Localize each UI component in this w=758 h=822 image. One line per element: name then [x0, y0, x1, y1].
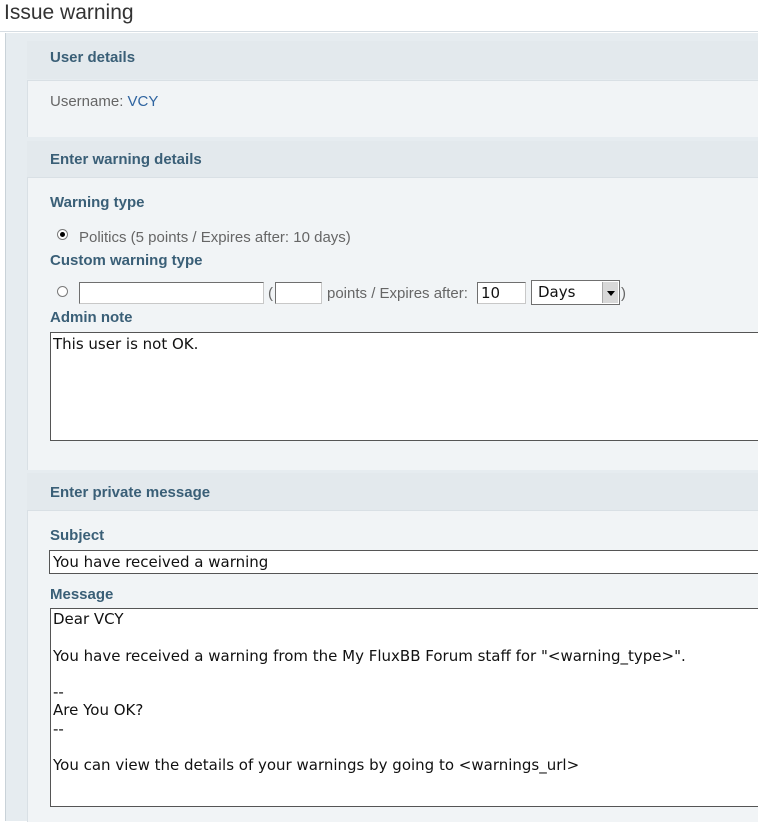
- admin-note-label: Admin note: [50, 309, 133, 326]
- subject-input[interactable]: You have received a warning: [49, 550, 758, 574]
- title-divider: [0, 31, 758, 32]
- subject-label: Subject: [50, 527, 105, 544]
- custom-warning-label: Custom warning type: [50, 252, 203, 269]
- custom-type-input[interactable]: [79, 282, 264, 304]
- expires-input[interactable]: 10: [477, 282, 526, 304]
- custom-warning-radio[interactable]: [57, 286, 68, 297]
- username-row: Username: VCY: [50, 93, 158, 110]
- points-expires-text: points / Expires after:: [327, 285, 468, 302]
- warning-details-heading: Enter warning details: [50, 151, 202, 168]
- username-link[interactable]: VCY: [128, 93, 159, 110]
- message-textarea[interactable]: Dear VCY You have received a warning fro…: [50, 608, 758, 807]
- expires-unit-select[interactable]: Days: [531, 280, 620, 305]
- preset-warning-text: Politics (5 points / Expires after: 10 d…: [79, 229, 351, 246]
- user-details-heading: User details: [50, 49, 136, 66]
- preset-warning-radio[interactable]: [57, 229, 68, 240]
- admin-note-textarea[interactable]: This user is not OK.: [50, 332, 758, 441]
- warning-type-label: Warning type: [50, 194, 145, 211]
- chevron-down-icon[interactable]: [602, 282, 618, 303]
- message-label: Message: [50, 586, 114, 603]
- private-message-heading: Enter private message: [50, 484, 211, 501]
- username-label: Username:: [50, 93, 128, 110]
- page-title: Issue warning: [4, 1, 134, 24]
- close-paren: ): [621, 285, 626, 302]
- open-paren: (: [268, 285, 273, 302]
- user-details-header: [27, 41, 758, 79]
- custom-points-input[interactable]: [275, 282, 322, 304]
